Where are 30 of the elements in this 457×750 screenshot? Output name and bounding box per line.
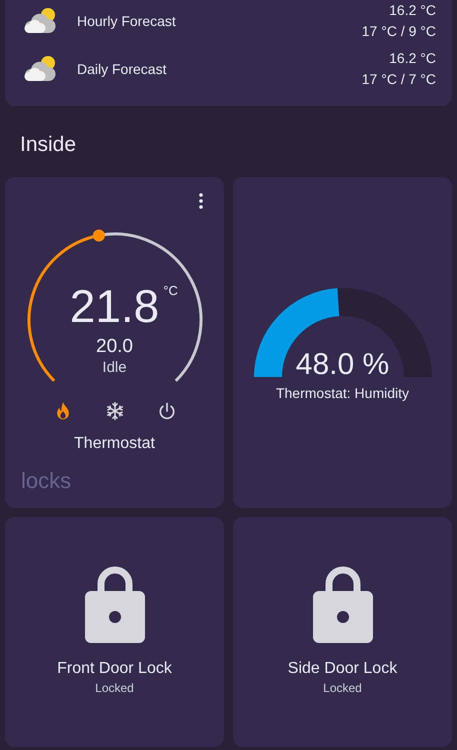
thermostat-name: Thermostat — [74, 434, 155, 454]
humidity-value: 48.0 % — [294, 349, 390, 381]
lock-card[interactable]: Front Door Lock Locked — [5, 517, 224, 747]
padlock-icon[interactable] — [84, 565, 144, 643]
more-options-icon[interactable] — [199, 193, 203, 209]
lock-name: Side Door Lock — [288, 659, 398, 679]
snowflake-icon[interactable] — [104, 401, 124, 421]
cloud-sun-icon — [23, 7, 57, 35]
lock-card[interactable]: Side Door Lock Locked — [233, 517, 452, 747]
hvac-action: Idle — [102, 358, 127, 378]
temperature-text: 16.2 °C — [389, 1, 436, 20]
current-temperature: 21.8 — [70, 281, 160, 331]
target-handle[interactable] — [92, 230, 104, 242]
power-icon[interactable] — [156, 401, 176, 421]
forecast-name[interactable]: Hourly Forecast — [77, 13, 362, 29]
lock-state: Locked — [95, 681, 134, 695]
temperature-range: 17 °C / 7 °C — [362, 70, 436, 89]
temperature-range: 17 °C / 9 °C — [362, 22, 436, 41]
padlock-icon[interactable] — [312, 565, 372, 643]
section-title: Inside — [19, 132, 78, 158]
humidity-card[interactable]: 48.0 % Thermostat: Humidity — [233, 177, 452, 508]
lock-state: Locked — [323, 681, 362, 695]
temperature-text: 16.2 °C — [389, 49, 436, 68]
unit-label: °C — [163, 283, 178, 298]
lock-name: Front Door Lock — [57, 659, 172, 679]
target-temperature: 20.0 — [96, 336, 133, 358]
forecast-name[interactable]: Daily Forecast — [77, 61, 362, 77]
gauge-name: Thermostat: Humidity — [276, 385, 410, 401]
section-title: locks — [21, 468, 72, 494]
cloud-sun-icon — [23, 55, 57, 83]
